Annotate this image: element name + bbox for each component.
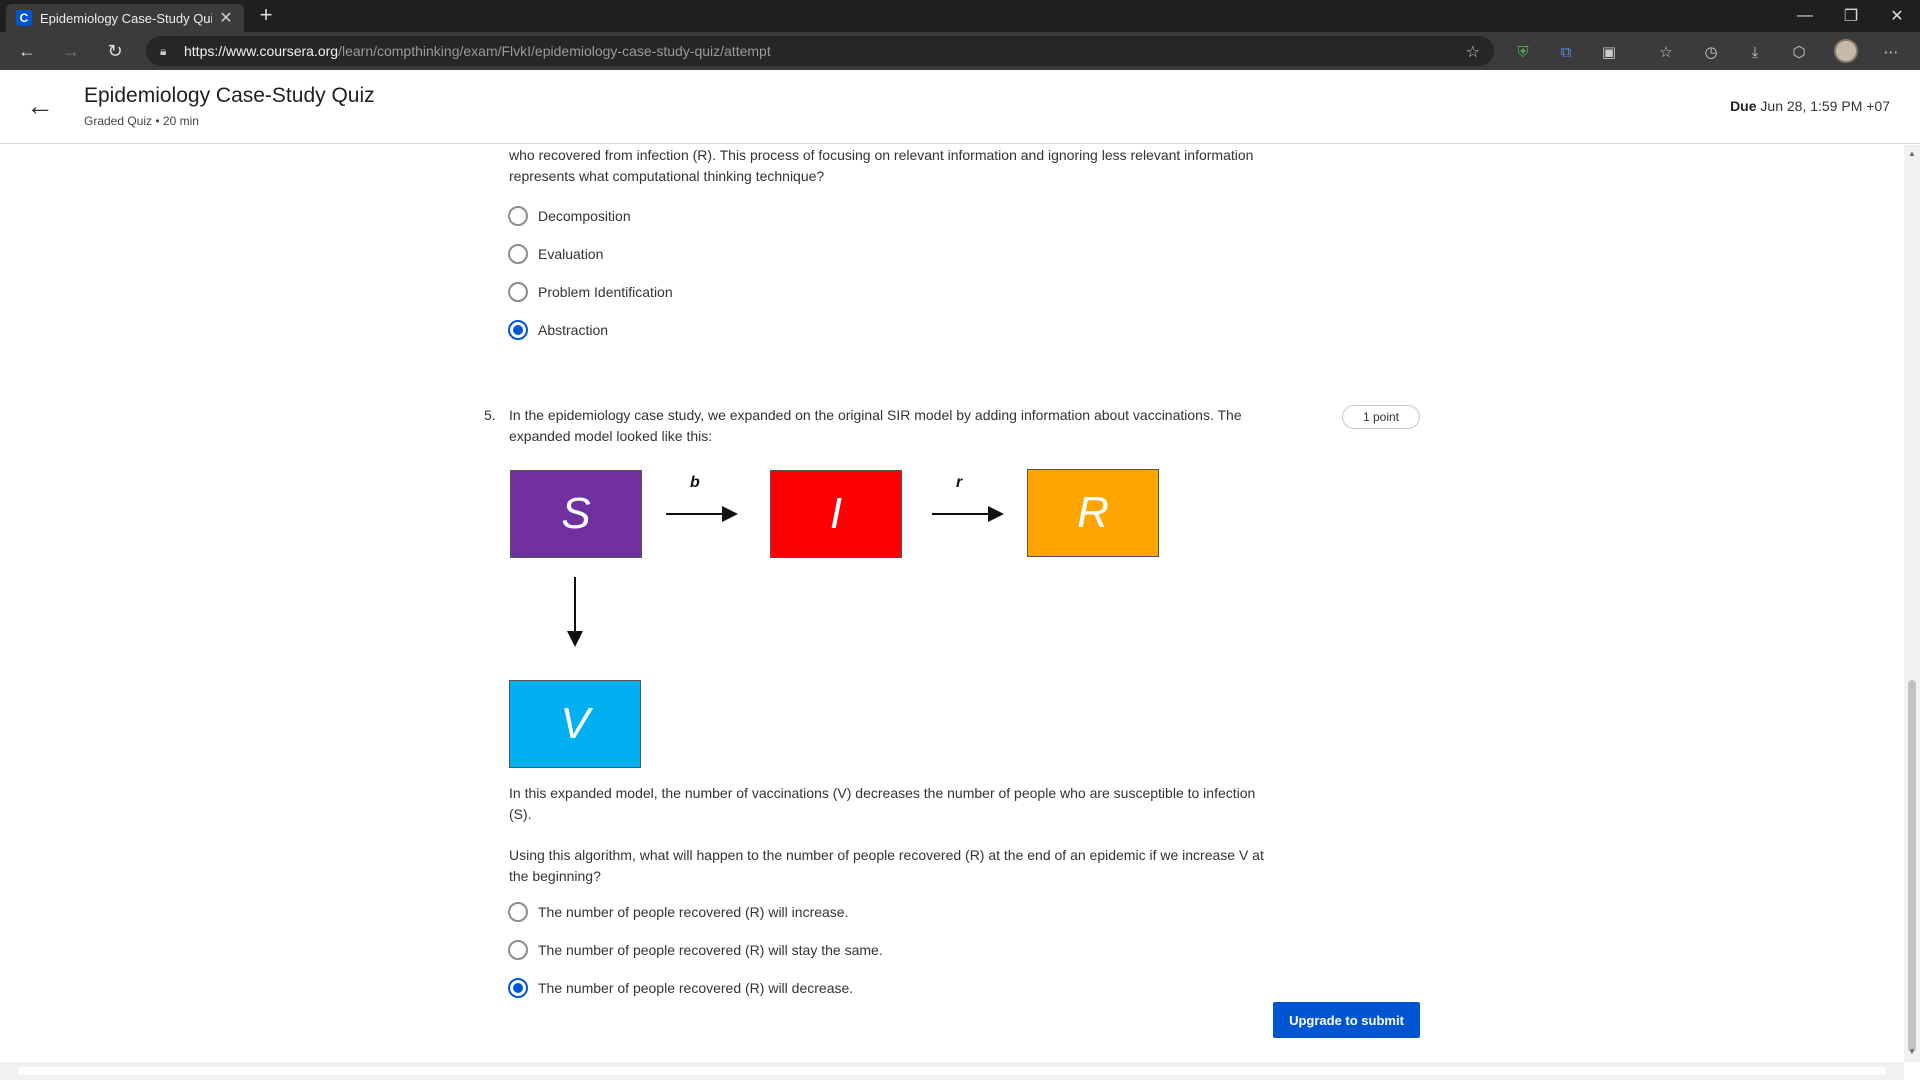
url-scheme: https:// xyxy=(184,43,227,59)
tab-title: Epidemiology Case-Study Quiz | xyxy=(40,10,212,26)
q5-option-stay-same[interactable]: The number of people recovered (R) will … xyxy=(508,938,883,962)
horizontal-scroll-thumb[interactable] xyxy=(18,1067,1886,1075)
browser-toolbar: ← → ↻ 🔒︎ https://www.coursera.org/learn/… xyxy=(0,32,1920,70)
translate-extension-icon[interactable]: ⧉ xyxy=(1555,41,1577,63)
add-favorite-icon[interactable]: ☆ xyxy=(1466,42,1480,62)
shield-extension-icon[interactable]: ⛨ xyxy=(1512,41,1534,63)
radio-button[interactable] xyxy=(508,940,528,960)
address-bar[interactable]: 🔒︎ https://www.coursera.org/learn/compth… xyxy=(146,36,1494,66)
back-icon[interactable]: ← xyxy=(12,37,42,65)
more-options-icon[interactable]: ⋯ xyxy=(1880,41,1902,63)
favorites-icon[interactable]: ☆ xyxy=(1655,41,1677,63)
url-path: /learn/compthinking/exam/FlvkI/epidemiol… xyxy=(338,43,771,59)
download-icon[interactable]: ⤓ xyxy=(1744,41,1766,63)
vertical-scrollbar[interactable]: ▲ ▼ xyxy=(1904,145,1920,1062)
url-text: https://www.coursera.org/learn/compthink… xyxy=(184,43,771,59)
upgrade-to-submit-button[interactable]: Upgrade to submit xyxy=(1273,1002,1420,1038)
quiz-subtitle: Graded Quiz • 20 min xyxy=(84,114,199,128)
option-label: The number of people recovered (R) will … xyxy=(538,904,849,920)
tab-close-icon[interactable]: ✕ xyxy=(218,8,234,28)
q5-option-increase[interactable]: The number of people recovered (R) will … xyxy=(508,900,848,924)
due-value: Jun 28, 1:59 PM +07 xyxy=(1760,98,1890,114)
extensions-icon[interactable]: ⬡ xyxy=(1788,41,1810,63)
due-label: Due xyxy=(1730,98,1757,114)
history-icon[interactable]: ◷ xyxy=(1700,41,1722,63)
collections-extension-icon[interactable]: ▣ xyxy=(1598,41,1620,63)
coursera-favicon-icon: C xyxy=(16,10,32,26)
quiz-content: who recovered from infection (R). This p… xyxy=(0,145,1904,1062)
profile-avatar[interactable] xyxy=(1834,39,1858,63)
quiz-header: ← Epidemiology Case-Study Quiz Graded Qu… xyxy=(0,70,1920,144)
url-host: www.coursera.org xyxy=(226,43,339,59)
browser-tab-bar: C Epidemiology Case-Study Quiz | ✕ + — ❐… xyxy=(0,0,1920,32)
due-date: Due Jun 28, 1:59 PM +07 xyxy=(1730,98,1890,114)
forward-icon[interactable]: → xyxy=(56,37,86,65)
browser-tab[interactable]: C Epidemiology Case-Study Quiz | ✕ xyxy=(6,4,244,32)
q5-para1-line1: In this expanded model, the number of va… xyxy=(509,785,1256,801)
minimize-icon[interactable]: — xyxy=(1782,0,1828,32)
q5-para2-line1: Using this algorithm, what will happen t… xyxy=(509,847,1264,863)
lock-icon: 🔒︎ xyxy=(160,44,167,58)
reload-icon[interactable]: ↻ xyxy=(100,37,130,65)
back-arrow-icon[interactable]: ← xyxy=(26,92,56,122)
q5-para1-line2: (S). xyxy=(509,806,532,822)
option-label: The number of people recovered (R) will … xyxy=(538,980,854,996)
q5-option-decrease[interactable]: The number of people recovered (R) will … xyxy=(508,976,853,1000)
radio-button[interactable] xyxy=(508,902,528,922)
diagram-arrows xyxy=(567,506,1004,647)
horizontal-scrollbar[interactable] xyxy=(0,1062,1904,1080)
option-label: The number of people recovered (R) will … xyxy=(538,942,883,958)
scroll-down-icon[interactable]: ▼ xyxy=(1908,1047,1916,1056)
scroll-thumb[interactable] xyxy=(1908,680,1916,1052)
close-window-icon[interactable]: ✕ xyxy=(1874,0,1920,32)
new-tab-icon[interactable]: + xyxy=(254,4,278,28)
scroll-up-icon[interactable]: ▲ xyxy=(1908,149,1916,158)
radio-button-selected[interactable] xyxy=(508,978,528,998)
page-title: Epidemiology Case-Study Quiz xyxy=(84,84,375,107)
q5-para2-line2: the beginning? xyxy=(509,868,601,884)
restore-icon[interactable]: ❐ xyxy=(1828,0,1874,32)
